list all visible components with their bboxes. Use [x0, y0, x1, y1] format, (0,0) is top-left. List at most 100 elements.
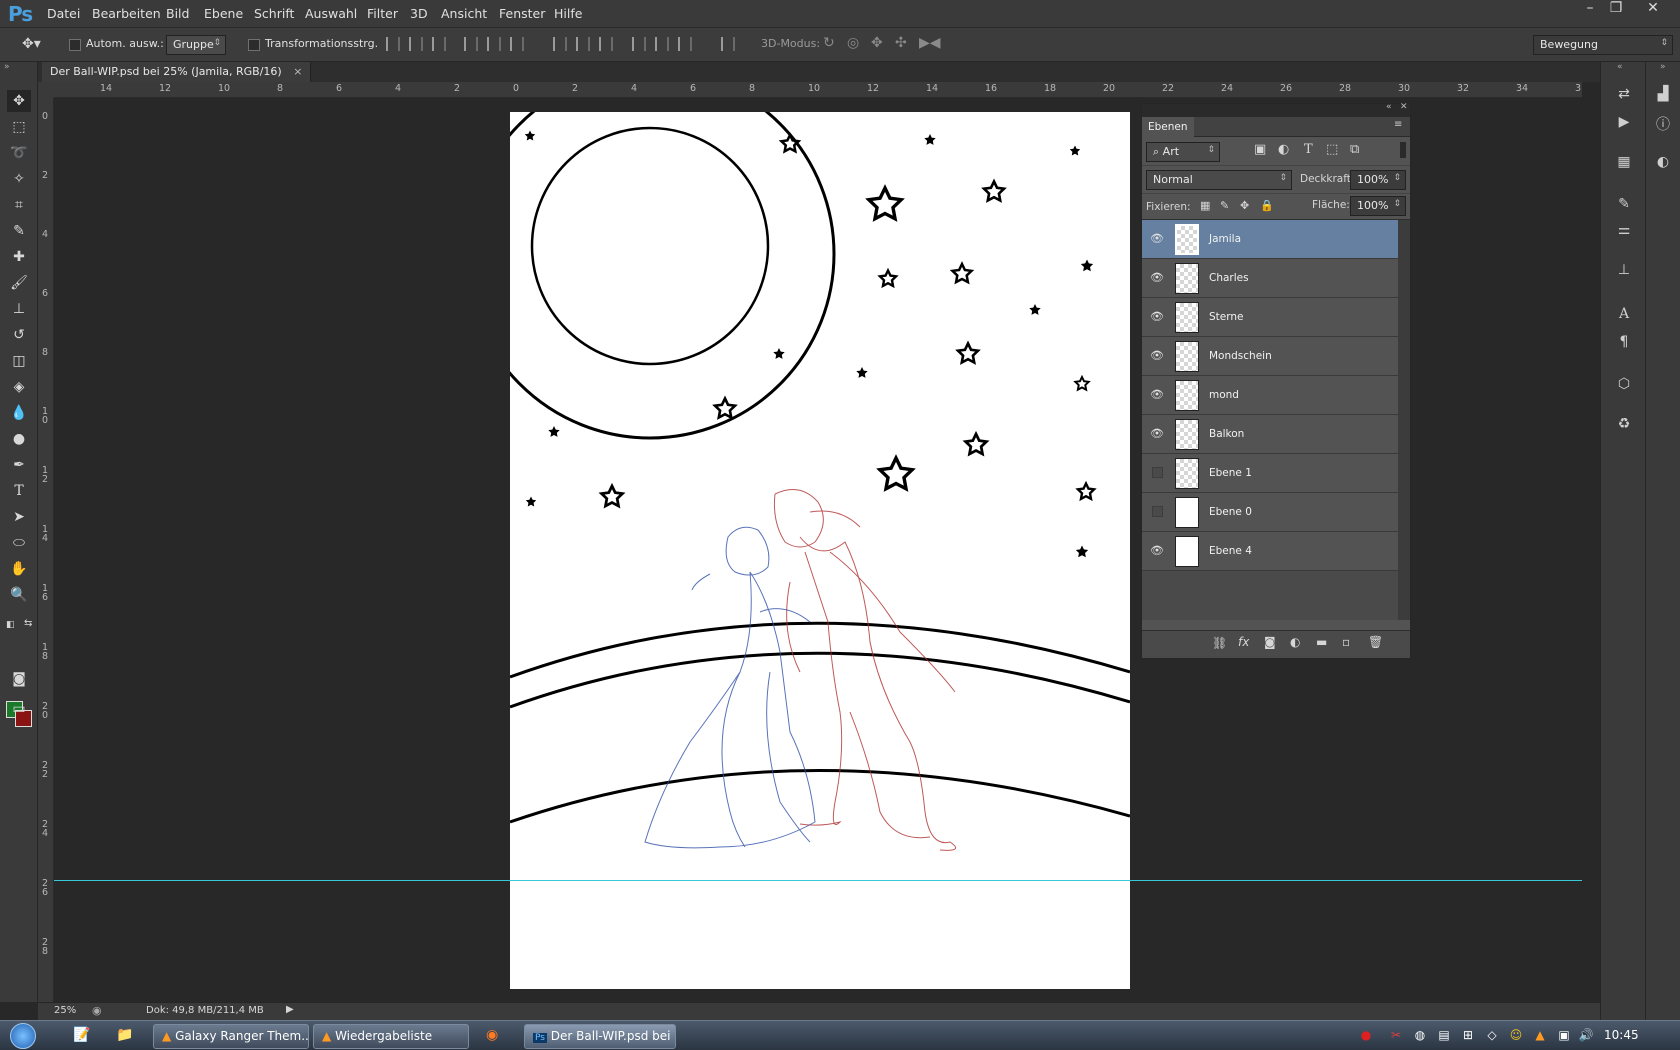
- distribute-hcenter-icon[interactable]: [655, 37, 669, 51]
- start-button[interactable]: [10, 1023, 36, 1049]
- vlc-tray-icon[interactable]: ▲: [1532, 1028, 1548, 1044]
- brush-tool-icon[interactable]: 🖌: [7, 272, 31, 294]
- layer-row[interactable]: Ebene 0: [1142, 493, 1398, 532]
- minimize-button[interactable]: –: [1577, 0, 1603, 20]
- clock[interactable]: 10:45: [1604, 1028, 1639, 1042]
- hand-tool-icon[interactable]: ✋: [7, 558, 31, 580]
- align-hcenter-icon[interactable]: [487, 37, 501, 51]
- zoom-level[interactable]: 25%: [54, 1005, 76, 1016]
- path-selection-tool-icon[interactable]: ➤: [7, 506, 31, 528]
- menu-schrift[interactable]: Schrift: [254, 6, 294, 21]
- layer-row[interactable]: 👁 Charles: [1142, 259, 1398, 298]
- crop-tool-icon[interactable]: ⌗: [7, 194, 31, 216]
- adjustments-panel-icon[interactable]: ◐: [1652, 154, 1674, 174]
- filter-toggle[interactable]: [1400, 142, 1406, 158]
- status-menu-arrow-icon[interactable]: ▶: [286, 1004, 294, 1015]
- move-tool-icon[interactable]: ✥: [7, 90, 31, 112]
- close-tab-icon[interactable]: ×: [293, 65, 302, 78]
- link-layers-icon[interactable]: ⛓: [1212, 636, 1227, 650]
- 3d-roll-icon[interactable]: ◎: [847, 35, 859, 51]
- tool-tray-icon[interactable]: ✂: [1388, 1028, 1404, 1044]
- transform-controls-checkbox[interactable]: [248, 39, 260, 51]
- opacity-input[interactable]: 100%: [1350, 170, 1406, 190]
- layer-row[interactable]: 👁 Jamila: [1142, 220, 1398, 259]
- taskbar-playlist-button[interactable]: ▲ Wiedergabeliste: [313, 1024, 469, 1049]
- align-bottom-icon[interactable]: [432, 37, 446, 51]
- status-preview-icon[interactable]: ◉: [92, 1004, 102, 1017]
- 3d-scale-icon[interactable]: ▶◀: [919, 35, 941, 51]
- visibility-eye-icon[interactable]: 👁: [1150, 388, 1164, 402]
- visibility-eye-icon[interactable]: 👁: [1150, 232, 1164, 246]
- layer-row[interactable]: Ebene 1: [1142, 454, 1398, 493]
- eyedropper-tool-icon[interactable]: ✎: [7, 220, 31, 242]
- guide-line[interactable]: [54, 880, 1582, 881]
- panel-close-icon[interactable]: ✕: [1400, 102, 1408, 112]
- distribute-vcenter-icon[interactable]: [576, 37, 590, 51]
- delete-layer-icon[interactable]: 🗑: [1368, 635, 1383, 649]
- magic-wand-tool-icon[interactable]: ✧: [7, 168, 31, 190]
- panel-menu-icon[interactable]: ≡: [1394, 119, 1402, 130]
- notepad-icon[interactable]: 📝: [73, 1027, 90, 1043]
- default-colors-icon[interactable]: ◧: [6, 620, 15, 630]
- align-top-icon[interactable]: [386, 37, 400, 51]
- record-tray-icon[interactable]: ●: [1358, 1028, 1374, 1044]
- layers-scrollbar[interactable]: [1398, 220, 1410, 620]
- layer-filter-dropdown[interactable]: ⌕ Art: [1146, 142, 1220, 162]
- align-vcenter-icon[interactable]: [409, 37, 423, 51]
- filter-smart-object-icon[interactable]: ⧉: [1350, 142, 1359, 157]
- menu-ansicht[interactable]: Ansicht: [441, 6, 487, 21]
- new-group-icon[interactable]: ▬: [1316, 635, 1327, 649]
- brush-panel-icon[interactable]: ✎: [1613, 196, 1635, 216]
- menu-fenster[interactable]: Fenster: [499, 6, 545, 21]
- windows-tray-icon[interactable]: ⊞: [1460, 1028, 1476, 1044]
- adjustment-layer-icon[interactable]: ◐: [1290, 635, 1300, 649]
- dodge-tool-icon[interactable]: ●: [7, 428, 31, 450]
- lock-pixels-icon[interactable]: ✎: [1220, 199, 1229, 212]
- messenger-tray-icon[interactable]: ☺: [1508, 1028, 1524, 1044]
- blend-mode-dropdown[interactable]: Normal: [1146, 170, 1292, 190]
- distribute-left-icon[interactable]: [632, 37, 646, 51]
- sticky-tray-icon[interactable]: ▤: [1436, 1028, 1452, 1044]
- swap-colors-icon[interactable]: ⇆: [24, 618, 32, 629]
- auto-align-icon[interactable]: [721, 37, 735, 51]
- info-panel-icon[interactable]: ⓘ: [1652, 114, 1674, 134]
- menu-3d[interactable]: 3D: [410, 6, 428, 21]
- add-mask-icon[interactable]: ◙: [1264, 635, 1276, 649]
- layer-style-icon[interactable]: fx: [1238, 635, 1249, 649]
- histogram-panel-icon[interactable]: ▟: [1652, 86, 1674, 106]
- lasso-tool-icon[interactable]: ➰: [7, 142, 31, 164]
- auto-select-checkbox[interactable]: [69, 39, 81, 51]
- 3d-panel-icon[interactable]: ⬡: [1613, 376, 1635, 396]
- history-brush-tool-icon[interactable]: ↺: [7, 324, 31, 346]
- zoom-tool-icon[interactable]: 🔍: [7, 584, 31, 606]
- filter-type-icon[interactable]: T: [1304, 142, 1313, 157]
- distribute-top-icon[interactable]: [553, 37, 567, 51]
- lock-transparency-icon[interactable]: ▦: [1200, 199, 1210, 212]
- layer-row[interactable]: 👁 Ebene 4: [1142, 532, 1398, 571]
- ellipse-tool-icon[interactable]: ⬭: [7, 532, 31, 554]
- clone-stamp-tool-icon[interactable]: ⊥: [7, 298, 31, 320]
- 3d-drag-icon[interactable]: ✥: [871, 35, 883, 51]
- menu-ebene[interactable]: Ebene: [204, 6, 243, 21]
- 3d-slide-icon[interactable]: ✣: [895, 35, 907, 51]
- restore-button[interactable]: ❐: [1603, 0, 1629, 20]
- fill-input[interactable]: 100%: [1350, 196, 1406, 216]
- actions-panel-icon[interactable]: ▶: [1613, 114, 1635, 134]
- swatches-panel-icon[interactable]: ▦: [1613, 154, 1635, 174]
- visibility-eye-icon[interactable]: 👁: [1150, 544, 1164, 558]
- visibility-eye-icon[interactable]: 👁: [1150, 271, 1164, 285]
- move-tool-preset-icon[interactable]: ✥▾: [22, 36, 41, 52]
- collapse-icon[interactable]: «: [1617, 62, 1623, 72]
- clone-source-icon[interactable]: ⊥: [1613, 262, 1635, 282]
- marquee-tool-icon[interactable]: ⬚: [7, 116, 31, 138]
- lock-position-icon[interactable]: ✥: [1240, 199, 1249, 212]
- collapse-2-icon[interactable]: »: [1660, 62, 1666, 72]
- dropbox-tray-icon[interactable]: ◇: [1484, 1028, 1500, 1044]
- 3d-rotate-icon[interactable]: ↻: [823, 35, 835, 51]
- auto-select-dropdown[interactable]: Gruppe: [166, 35, 226, 55]
- paths-panel-icon[interactable]: ♻: [1613, 416, 1635, 436]
- screen-mode-icon[interactable]: ▭: [7, 698, 31, 720]
- close-button[interactable]: ✕: [1640, 0, 1666, 20]
- distribute-right-icon[interactable]: [678, 37, 692, 51]
- taskbar-vlc-button[interactable]: ▲ Galaxy Ranger Them...: [153, 1024, 309, 1049]
